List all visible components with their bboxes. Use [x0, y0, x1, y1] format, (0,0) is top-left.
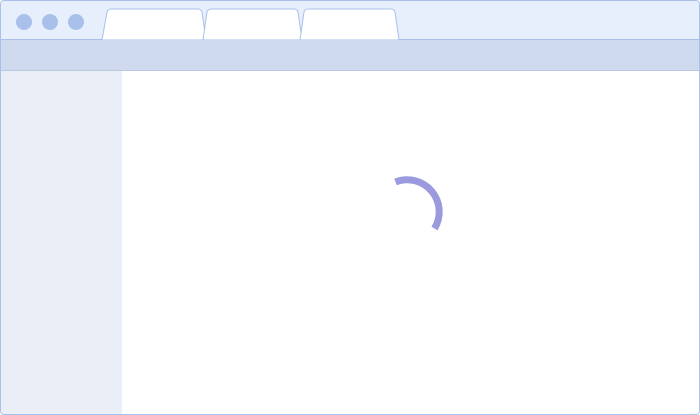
main-content [122, 71, 699, 414]
sidebar [1, 71, 122, 414]
toolbar [1, 40, 699, 71]
tab-strip [101, 8, 400, 41]
tab-3[interactable] [299, 8, 400, 41]
browser-window [0, 0, 700, 415]
tab-2[interactable] [202, 8, 303, 41]
loading-spinner-icon [394, 176, 443, 231]
tab-1[interactable] [101, 8, 207, 41]
